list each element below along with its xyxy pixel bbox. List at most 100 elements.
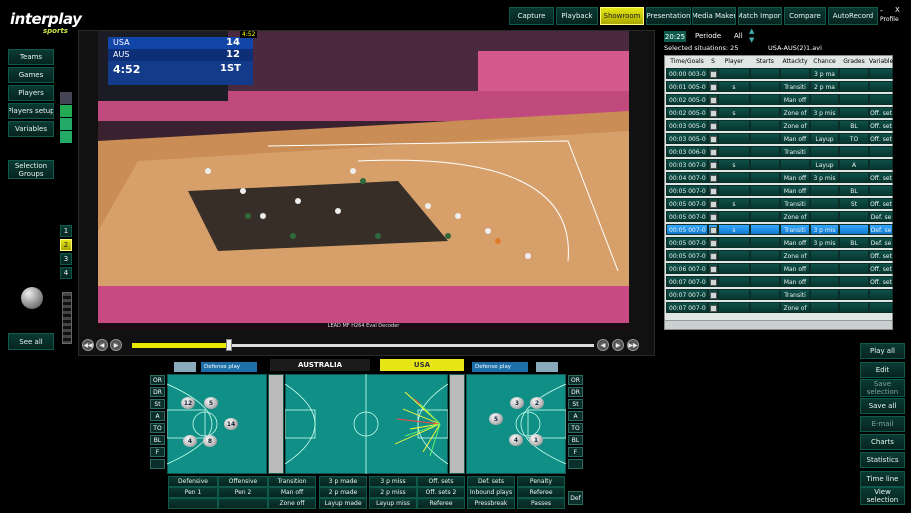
table-row[interactable]: 00:03 005-0 Zone of BL Off. set (665, 120, 893, 132)
row-checkbox[interactable] (710, 227, 717, 234)
horizontal-scrollbar[interactable] (665, 320, 892, 329)
players-view-icon[interactable] (60, 92, 72, 104)
action-save-selection[interactable]: Save selection (860, 379, 905, 397)
stat-button[interactable]: 2 p miss (369, 487, 417, 498)
period-1[interactable]: 1 (60, 225, 72, 237)
table-row[interactable]: 00:06 007-0 Man off Off. set (665, 263, 893, 275)
left-stat-filter[interactable]: BL (150, 435, 165, 445)
nav-compare[interactable]: Compare (784, 7, 826, 25)
left-stat-filter[interactable]: TO (150, 423, 165, 433)
table-row[interactable]: 00:05 007-0 Zone of Off. set (665, 250, 893, 262)
row-checkbox[interactable] (710, 253, 717, 260)
row-checkbox[interactable] (710, 201, 717, 208)
table-row[interactable]: 00:05 007-0 Man off BL (665, 185, 893, 197)
table-row[interactable]: 00:04 007-0 Man off 3 p mis Off. set (665, 172, 893, 184)
jog-wheel[interactable] (21, 287, 43, 309)
play-back-icon[interactable]: ◀ (96, 339, 108, 351)
leftnav-games[interactable]: Games (8, 67, 54, 83)
row-checkbox[interactable] (710, 162, 717, 169)
right-stat-filter[interactable]: OR (568, 375, 583, 385)
period-3[interactable]: 3 (60, 253, 72, 265)
row-checkbox[interactable] (710, 175, 717, 182)
row-checkbox[interactable] (710, 305, 717, 312)
periode-up-icon[interactable]: ▲ (749, 27, 754, 35)
leftnav-players[interactable]: Players (8, 85, 54, 101)
nav-playback[interactable]: Playback (556, 7, 598, 25)
leftnav-players-setup[interactable]: Players setup (8, 103, 54, 119)
action-e-mail[interactable]: E-mail (860, 416, 905, 432)
row-checkbox[interactable] (710, 97, 717, 104)
action-save-all[interactable]: Save all (860, 398, 905, 414)
rewind-icon[interactable]: ◀◀ (82, 339, 94, 351)
table-row[interactable]: 00:07 007-0 Zone of (665, 302, 893, 314)
stat-button[interactable]: 3 p miss (369, 476, 417, 487)
periode-down-icon[interactable]: ▼ (749, 36, 754, 44)
nav-match-import[interactable]: Match Import (738, 7, 782, 25)
variables-icon[interactable] (60, 131, 72, 143)
table-row[interactable]: 00:05 007-0 Zone of Def. se (665, 211, 893, 223)
table-row[interactable]: 00:03 005-0 Man off Layup TO Off. set (665, 133, 893, 145)
action-charts[interactable]: Charts (860, 434, 905, 450)
period-2[interactable]: 2 (60, 239, 72, 251)
right-stat-filter[interactable]: DR (568, 387, 583, 397)
nav-capture[interactable]: Capture (509, 7, 554, 25)
right-stat-filter[interactable]: St (568, 399, 583, 409)
see-all-button[interactable]: See all (8, 333, 54, 350)
stat-button[interactable]: Zone off (268, 498, 316, 509)
right-stat-filter[interactable]: BL (568, 435, 583, 445)
stat-button[interactable]: Layup made (319, 498, 367, 509)
stat-button[interactable]: Layup miss (369, 498, 417, 509)
speed-slider[interactable] (62, 292, 72, 344)
row-checkbox[interactable] (710, 149, 717, 156)
right-stat-filter[interactable]: F (568, 447, 583, 457)
player-marker[interactable]: 5 (204, 397, 218, 409)
selection-groups-button[interactable]: Selection Groups (8, 160, 54, 179)
row-checkbox[interactable] (710, 84, 717, 91)
stat-button[interactable]: Pen 1 (168, 487, 218, 498)
nav-autorecord[interactable]: AutoRecord (828, 7, 878, 25)
stat-button[interactable]: Off. sets (417, 476, 465, 487)
action-time-line[interactable]: Time line (860, 471, 905, 487)
row-checkbox[interactable] (710, 214, 717, 221)
player-marker[interactable]: 3 (510, 397, 524, 409)
player-marker[interactable]: 4 (509, 434, 523, 446)
player-marker[interactable]: 14 (224, 418, 238, 430)
stat-button[interactable]: Off. sets 2 (417, 487, 465, 498)
action-edit[interactable]: Edit (860, 362, 905, 378)
left-stat-filter[interactable] (150, 459, 165, 469)
stat-button[interactable]: Passes (517, 498, 565, 509)
minimize-button[interactable]: - (880, 6, 883, 15)
player-marker[interactable]: 1 (529, 434, 543, 446)
stat-button[interactable] (168, 498, 218, 509)
nav-media-maker[interactable]: Media Maker (692, 7, 736, 25)
player-marker[interactable]: 4 (183, 435, 197, 447)
row-checkbox[interactable] (710, 71, 717, 78)
table-row[interactable]: 00:03 007-0 s Layup A (665, 159, 893, 171)
right-stat-filter[interactable]: A (568, 411, 583, 421)
nav-presentation[interactable]: Presentation (646, 7, 691, 25)
players-photo-icon[interactable] (60, 105, 72, 117)
period-4[interactable]: 4 (60, 267, 72, 279)
row-checkbox[interactable] (710, 292, 717, 299)
action-statistics[interactable]: Statistics (860, 452, 905, 468)
action-play-all[interactable]: Play all (860, 343, 905, 359)
table-row[interactable]: 00:02 005-0 s Zone of 3 p mis Off. set (665, 107, 893, 119)
stat-button[interactable]: Inbound plays (467, 487, 515, 498)
table-row[interactable]: 00:03 006-0 Transiti (665, 146, 893, 158)
tactics-icon[interactable] (60, 118, 72, 130)
team-right-name[interactable]: USA (380, 359, 464, 371)
table-row[interactable]: 00:05 007-0 s Transiti St Off. set (665, 198, 893, 210)
row-checkbox[interactable] (710, 110, 717, 117)
def-filter[interactable]: Def (568, 491, 583, 505)
table-row[interactable]: 00:05 007-0 s Transiti 3 p mis Def. se (665, 224, 893, 236)
stat-button[interactable]: Pressbreak (467, 498, 515, 509)
left-stat-filter[interactable]: DR (150, 387, 165, 397)
play-icon[interactable]: ▶ (612, 339, 624, 351)
nav-showroom[interactable]: Showroom (600, 7, 644, 25)
stat-button[interactable]: 2 p made (319, 487, 367, 498)
timeline-handle[interactable] (226, 339, 233, 351)
left-stat-filter[interactable]: OR (150, 375, 165, 385)
player-marker[interactable]: 8 (203, 435, 217, 447)
right-stat-filter[interactable] (568, 459, 583, 469)
table-row[interactable]: 00:07 007-0 Transiti (665, 289, 893, 301)
